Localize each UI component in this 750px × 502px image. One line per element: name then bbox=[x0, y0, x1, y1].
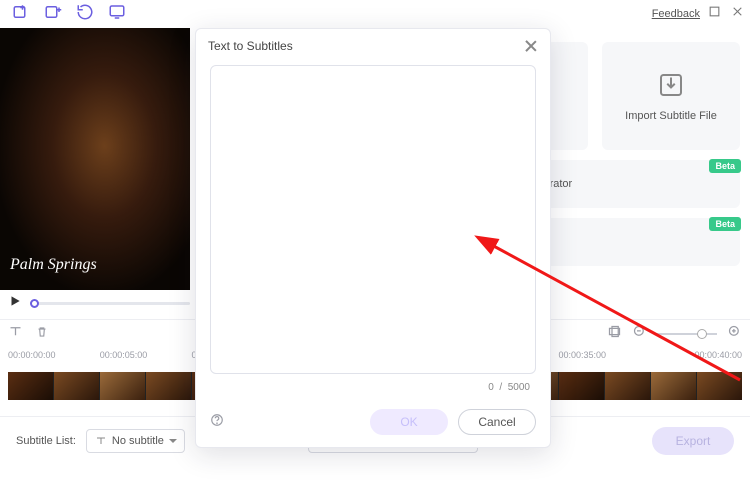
text-tool-icon[interactable] bbox=[8, 324, 23, 344]
window-close-icon[interactable] bbox=[731, 5, 744, 23]
dialog-title: Text to Subtitles bbox=[208, 39, 293, 53]
window-restore-icon[interactable] bbox=[708, 5, 721, 23]
add-media-icon[interactable] bbox=[12, 3, 30, 26]
ok-button[interactable]: OK bbox=[370, 409, 448, 435]
zoom-in-icon[interactable] bbox=[727, 324, 742, 344]
beta-badge: Beta bbox=[709, 159, 741, 173]
player-seekbar[interactable] bbox=[30, 302, 190, 305]
char-counter: 0 / 5000 bbox=[196, 382, 550, 403]
cancel-button[interactable]: Cancel bbox=[458, 409, 536, 435]
ruler-tick: 00:00:00:00 bbox=[8, 350, 100, 368]
play-icon[interactable] bbox=[8, 294, 22, 313]
zoom-slider[interactable] bbox=[657, 333, 717, 335]
beta-badge: Beta bbox=[709, 217, 741, 231]
export-button[interactable]: Export bbox=[652, 427, 734, 455]
screen-icon[interactable] bbox=[108, 3, 126, 26]
delete-icon[interactable] bbox=[35, 325, 49, 344]
ruler-tick: 00:00:05:00 bbox=[100, 350, 192, 368]
subtitle-list-label: Subtitle List: bbox=[16, 435, 76, 447]
subtitle-text-input[interactable] bbox=[210, 65, 536, 374]
zoom-out-icon[interactable] bbox=[632, 324, 647, 344]
subtitle-list-value: No subtitle bbox=[112, 435, 164, 447]
help-icon[interactable] bbox=[210, 413, 224, 432]
video-watermark: Palm Springs bbox=[10, 256, 97, 274]
card-import-subtitle-file[interactable]: Import Subtitle File bbox=[602, 42, 740, 150]
ruler-tick: 00:00:40:00 bbox=[650, 350, 742, 368]
card-import-label: Import Subtitle File bbox=[625, 110, 717, 122]
close-icon[interactable] bbox=[524, 39, 538, 53]
feedback-link[interactable]: Feedback bbox=[652, 8, 700, 20]
import-file-icon bbox=[656, 70, 686, 100]
subtitle-icon bbox=[95, 435, 107, 447]
text-to-subtitles-dialog: Text to Subtitles 0 / 5000 OK Cancel bbox=[195, 28, 551, 448]
ruler-tick: 00:00:35:00 bbox=[559, 350, 651, 368]
aspect-icon[interactable] bbox=[607, 324, 622, 344]
top-toolbar: Feedback bbox=[0, 0, 750, 28]
rotate-icon[interactable] bbox=[76, 3, 94, 26]
video-preview[interactable]: Palm Springs bbox=[0, 28, 190, 290]
add-folder-icon[interactable] bbox=[44, 3, 62, 26]
subtitle-list-select[interactable]: No subtitle bbox=[86, 429, 185, 453]
